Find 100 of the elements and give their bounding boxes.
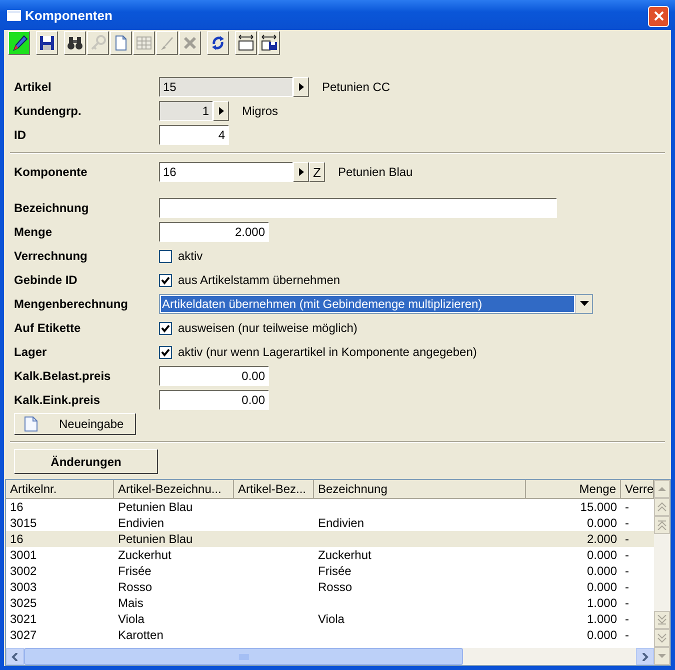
input-field[interactable]: 1: [159, 101, 213, 121]
input-field[interactable]: 0.00: [159, 366, 269, 386]
checkbox-label: aktiv: [178, 249, 203, 263]
field-label: Gebinde ID: [14, 273, 78, 287]
input-field[interactable]: 0.00: [159, 390, 269, 410]
field-label: Auf Etikette: [14, 321, 82, 335]
table-cell-text: 0.000: [586, 563, 618, 579]
scroll-bottom-icon: [657, 615, 667, 625]
table-cell-text: 16: [9, 499, 24, 515]
lookup-text: Migros: [242, 104, 278, 118]
table-cell-text: -: [624, 579, 630, 595]
input-field[interactable]: 2.000: [159, 222, 269, 242]
check-icon: [161, 276, 170, 284]
window-icon: [7, 10, 21, 20]
table-cell-text: 0.000: [586, 515, 618, 531]
page-down-icon: [657, 633, 667, 643]
lookup-button[interactable]: [293, 162, 309, 182]
table-cell-text: Zuckerhut: [317, 547, 372, 563]
column-header[interactable]: Artikel-Bez...: [234, 480, 314, 498]
checkbox-label: aktiv (nur wenn Lagerartikel in Komponente angegeben): [178, 345, 477, 359]
table-cell-text: -: [624, 563, 630, 579]
column-header[interactable]: Bezeichnung: [314, 480, 526, 498]
checkbox[interactable]: [159, 346, 172, 358]
table-cell-text: 15.000: [579, 499, 618, 515]
checkbox[interactable]: [159, 322, 172, 334]
lookup-button[interactable]: [213, 101, 229, 121]
field-label: Artikel: [14, 80, 52, 94]
column-header[interactable]: Artikelnr.: [6, 480, 114, 498]
toolbar-button[interactable]: [207, 31, 229, 55]
table-row[interactable]: 3001 Zuckerhut Zuckerhut 0.000 -: [6, 547, 654, 563]
vertical-scrollbar[interactable]: [654, 480, 670, 665]
table-cell-text: -: [624, 531, 630, 547]
table-row[interactable]: 3003 Rosso Rosso 0.000 -: [6, 579, 654, 595]
lookup-text: Petunien CC: [322, 80, 390, 94]
grip-icon: [238, 652, 248, 660]
table-row[interactable]: 3021 Viola Viola 1.000 -: [6, 611, 654, 627]
checkbox[interactable]: [159, 250, 172, 262]
column-header[interactable]: Artikel-Bezeichnu...: [114, 480, 234, 498]
table-cell-text: Endivien: [317, 515, 366, 531]
column-width-icon: [236, 33, 256, 53]
table-row[interactable]: 3015 Endivien Endivien 0.000 -: [6, 515, 654, 531]
toolbar-button[interactable]: [235, 31, 257, 55]
input-field[interactable]: 15: [159, 77, 293, 97]
checkbox[interactable]: [159, 274, 172, 286]
field-label: Mengenberechnung: [14, 297, 130, 311]
table-row[interactable]: 16 Petunien Blau 2.000 -: [6, 531, 654, 547]
table-cell-text: Petunien Blau: [117, 531, 194, 547]
field-label: Verrechnung: [14, 249, 88, 263]
table-row[interactable]: 16 Petunien Blau 15.000 -: [6, 499, 654, 515]
table-cell-text: -: [624, 595, 630, 611]
input-field[interactable]: 4: [159, 125, 229, 145]
table-cell-text: Viola: [117, 611, 146, 627]
table-cell-text: Petunien Blau: [117, 499, 194, 515]
table-cell-text: 16: [9, 531, 24, 547]
table-row[interactable]: 3025 Mais 1.000 -: [6, 595, 654, 611]
z-button[interactable]: Z: [309, 162, 325, 182]
table-cell-text: 1.000: [586, 611, 618, 627]
table-cell-text: -: [624, 515, 630, 531]
table-cell-text: Viola: [317, 611, 346, 627]
table-cell-text: 3021: [9, 611, 38, 627]
table-cell-text: 3015: [9, 515, 38, 531]
table-cell-text: 3025: [9, 595, 38, 611]
field-label: ID: [14, 128, 27, 142]
scroll-up-icon: [657, 484, 667, 494]
input-field[interactable]: 16: [159, 162, 293, 182]
table-cell-text: -: [624, 611, 630, 627]
check-icon: [161, 324, 170, 332]
field-label: Kundengrp.: [14, 104, 82, 118]
dropdown[interactable]: Artikeldaten übernehmen (mit Gebindemenge multiplizieren): [159, 294, 593, 314]
field-label: Menge: [14, 225, 54, 239]
lookup-button[interactable]: [293, 77, 309, 97]
column-header[interactable]: Menge: [526, 480, 621, 498]
table-cell-text: 0.000: [586, 627, 618, 643]
toolbar-button[interactable]: [8, 31, 30, 55]
new-entry-button[interactable]: Neueingabe: [14, 413, 136, 435]
toolbar-button[interactable]: [258, 31, 280, 55]
table-cell-text: 2.000: [586, 531, 618, 547]
table-cell-text: Rosso: [117, 579, 154, 595]
table-cell-text: Frisée: [117, 563, 152, 579]
close-button[interactable]: [648, 6, 669, 26]
table-cell-text: 0.000: [586, 547, 618, 563]
table-cell-text: 3003: [9, 579, 38, 595]
lookup-text: Petunien Blau: [338, 165, 413, 179]
table-row[interactable]: 3002 Frisée Frisée 0.000 -: [6, 563, 654, 579]
changes-button[interactable]: Änderungen: [14, 449, 158, 474]
table-cell-text: 3001: [9, 547, 38, 563]
table-cell-text: 0.000: [586, 579, 618, 595]
close-icon: [654, 11, 664, 21]
table-cell-text: Karotten: [117, 627, 164, 643]
field-label: Kalk.Belast.preis: [14, 369, 112, 383]
field-label: Lager: [14, 345, 48, 359]
table-row[interactable]: 3027 Karotten 0.000 -: [6, 627, 654, 643]
input-field[interactable]: [159, 198, 557, 218]
table-cell-text: Rosso: [317, 579, 354, 595]
scroll-right-icon: [641, 652, 649, 660]
toolbar-button[interactable]: [36, 31, 58, 55]
horizontal-scrollbar[interactable]: [6, 648, 654, 665]
table-cell-text: -: [624, 547, 630, 563]
table-cell-text: -: [624, 499, 630, 515]
toolbar-button[interactable]: [64, 31, 86, 55]
